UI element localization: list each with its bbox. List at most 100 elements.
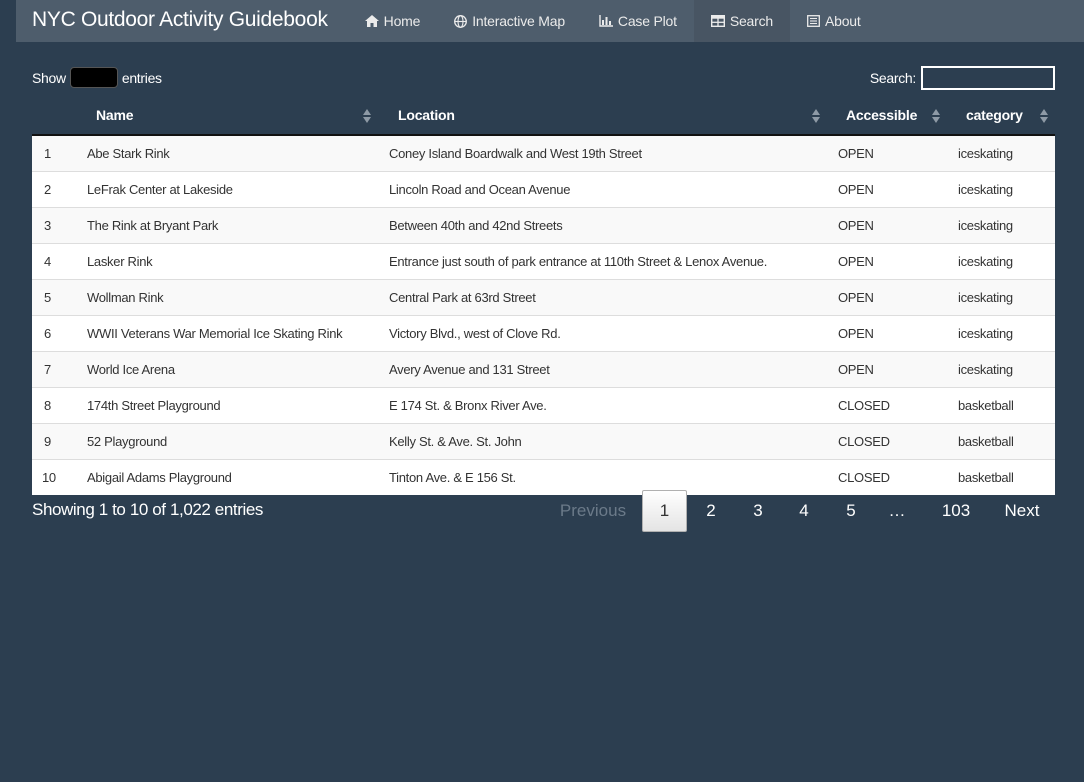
- table-body: 1 Abe Stark Rink Coney Island Boardwalk …: [32, 136, 1055, 495]
- sort-icon: [812, 109, 820, 123]
- row-index: 1: [44, 146, 51, 161]
- tab-case-plot-label: Case Plot: [617, 13, 677, 29]
- cell-location: E 174 St. & Bronx River Ave.: [389, 398, 547, 413]
- cell-category: iceskating: [958, 326, 1013, 341]
- cell-name: 174th Street Playground: [87, 398, 221, 413]
- page-4-button[interactable]: 4: [784, 490, 824, 530]
- cell-accessible: OPEN: [838, 182, 874, 197]
- cell-name: Abigail Adams Playground: [87, 470, 232, 485]
- entries-label: entries: [121, 69, 162, 86]
- page-1-button[interactable]: 1: [642, 490, 687, 532]
- previous-button[interactable]: Previous: [558, 490, 628, 530]
- tab-interactive-map[interactable]: Interactive Map: [437, 0, 582, 42]
- table-row[interactable]: 7 World Ice Arena Avery Avenue and 131 S…: [32, 351, 1055, 387]
- search-label: Search:: [869, 70, 916, 86]
- tab-interactive-map-label: Interactive Map: [472, 13, 565, 29]
- row-index: 9: [44, 434, 51, 449]
- cell-category: basketball: [958, 434, 1014, 449]
- cell-location: Central Park at 63rd Street: [389, 290, 536, 305]
- table-info: Showing 1 to 10 of 1,022 entries: [32, 500, 264, 519]
- cell-name: World Ice Arena: [87, 362, 175, 377]
- cell-location: Coney Island Boardwalk and West 19th Str…: [389, 146, 642, 161]
- row-index: 10: [42, 470, 56, 485]
- cell-category: basketball: [958, 398, 1014, 413]
- cell-category: iceskating: [958, 290, 1013, 305]
- cell-name: Lasker Rink: [87, 254, 153, 269]
- column-header-label: Name: [96, 107, 134, 123]
- cell-accessible: CLOSED: [838, 398, 890, 413]
- length-control: Show entries: [32, 66, 162, 89]
- cell-name: The Rink at Bryant Park: [87, 218, 219, 233]
- cell-location: Between 40th and 42nd Streets: [389, 218, 563, 233]
- column-header-label: Location: [398, 107, 455, 123]
- cell-accessible: OPEN: [838, 254, 874, 269]
- table-icon: [710, 15, 725, 27]
- table-controls: Show entries Search:: [32, 66, 1055, 90]
- table-row[interactable]: 4 Lasker Rink Entrance just south of par…: [32, 243, 1055, 279]
- row-index: 4: [44, 254, 51, 269]
- tab-home-label: Home: [383, 13, 421, 29]
- cell-category: iceskating: [958, 218, 1013, 233]
- table-header: Name Location Accessible category: [32, 98, 1055, 136]
- cell-name: 52 Playground: [87, 434, 167, 449]
- row-index: 7: [44, 362, 51, 377]
- column-header-category[interactable]: category: [966, 98, 1036, 134]
- tab-case-plot[interactable]: Case Plot: [582, 0, 694, 42]
- table-row[interactable]: 9 52 Playground Kelly St. & Ave. St. Joh…: [32, 423, 1055, 459]
- cell-location: Avery Avenue and 131 Street: [389, 362, 550, 377]
- cell-accessible: OPEN: [838, 218, 874, 233]
- cell-accessible: OPEN: [838, 362, 874, 377]
- table-row[interactable]: 8 174th Street Playground E 174 St. & Br…: [32, 387, 1055, 423]
- table-row[interactable]: 6 WWII Veterans War Memorial Ice Skating…: [32, 315, 1055, 351]
- row-index: 2: [44, 182, 51, 197]
- cell-category: iceskating: [958, 146, 1013, 161]
- cell-location: Entrance just south of park entrance at …: [389, 254, 768, 269]
- page-5-button[interactable]: 5: [831, 490, 871, 530]
- tab-about-label: About: [825, 13, 861, 29]
- entries-per-page-select[interactable]: [69, 67, 118, 88]
- cell-accessible: OPEN: [838, 146, 874, 161]
- table-row[interactable]: 3 The Rink at Bryant Park Between 40th a…: [32, 207, 1055, 243]
- next-button[interactable]: Next: [1000, 490, 1044, 530]
- app-title[interactable]: NYC Outdoor Activity Guidebook: [16, 0, 344, 42]
- tab-search-label: Search: [729, 13, 773, 29]
- page-103-button[interactable]: 103: [933, 490, 979, 530]
- row-index: 8: [44, 398, 51, 413]
- column-header-label: category: [966, 107, 1023, 123]
- globe-icon: [454, 14, 468, 28]
- table-row[interactable]: 1 Abe Stark Rink Coney Island Boardwalk …: [32, 136, 1055, 171]
- column-header-accessible[interactable]: Accessible: [846, 98, 926, 134]
- nav-tabs: Home Interactive Map Case Plot Search Ab…: [348, 0, 878, 42]
- cell-location: Kelly St. & Ave. St. John: [389, 434, 522, 449]
- sort-icon: [1040, 109, 1048, 123]
- row-index: 6: [44, 326, 51, 341]
- search-input[interactable]: [921, 66, 1055, 90]
- column-header-name[interactable]: Name: [96, 98, 376, 134]
- page-2-button[interactable]: 2: [691, 490, 731, 530]
- cell-accessible: OPEN: [838, 290, 874, 305]
- row-index: 5: [44, 290, 51, 305]
- cell-accessible: CLOSED: [838, 434, 890, 449]
- page-3-button[interactable]: 3: [738, 490, 778, 530]
- bar-chart-icon: [599, 15, 613, 27]
- data-table: Name Location Accessible category 1 Abe …: [32, 98, 1055, 495]
- column-header-label: Accessible: [846, 107, 918, 123]
- sort-icon: [363, 109, 371, 123]
- pagination: Previous 1 2 3 4 5 … 103 Next: [550, 490, 1055, 532]
- column-header-location[interactable]: Location: [398, 98, 798, 134]
- table-row[interactable]: 5 Wollman Rink Central Park at 63rd Stre…: [32, 279, 1055, 315]
- tab-search[interactable]: Search: [693, 0, 790, 42]
- home-icon: [364, 15, 379, 27]
- tab-about[interactable]: About: [790, 0, 878, 42]
- search-control: Search:: [870, 66, 1055, 90]
- navbar: NYC Outdoor Activity Guidebook Home Inte…: [16, 0, 1084, 42]
- cell-accessible: OPEN: [838, 326, 874, 341]
- row-index: 3: [44, 218, 51, 233]
- list-alt-icon: [807, 15, 820, 27]
- cell-location: Lincoln Road and Ocean Avenue: [389, 182, 571, 197]
- cell-name: WWII Veterans War Memorial Ice Skating R…: [87, 326, 343, 341]
- tab-home[interactable]: Home: [348, 0, 438, 42]
- table-row[interactable]: 2 LeFrak Center at Lakeside Lincoln Road…: [32, 171, 1055, 207]
- cell-location: Victory Blvd., west of Clove Rd.: [389, 326, 561, 341]
- cell-category: iceskating: [958, 362, 1013, 377]
